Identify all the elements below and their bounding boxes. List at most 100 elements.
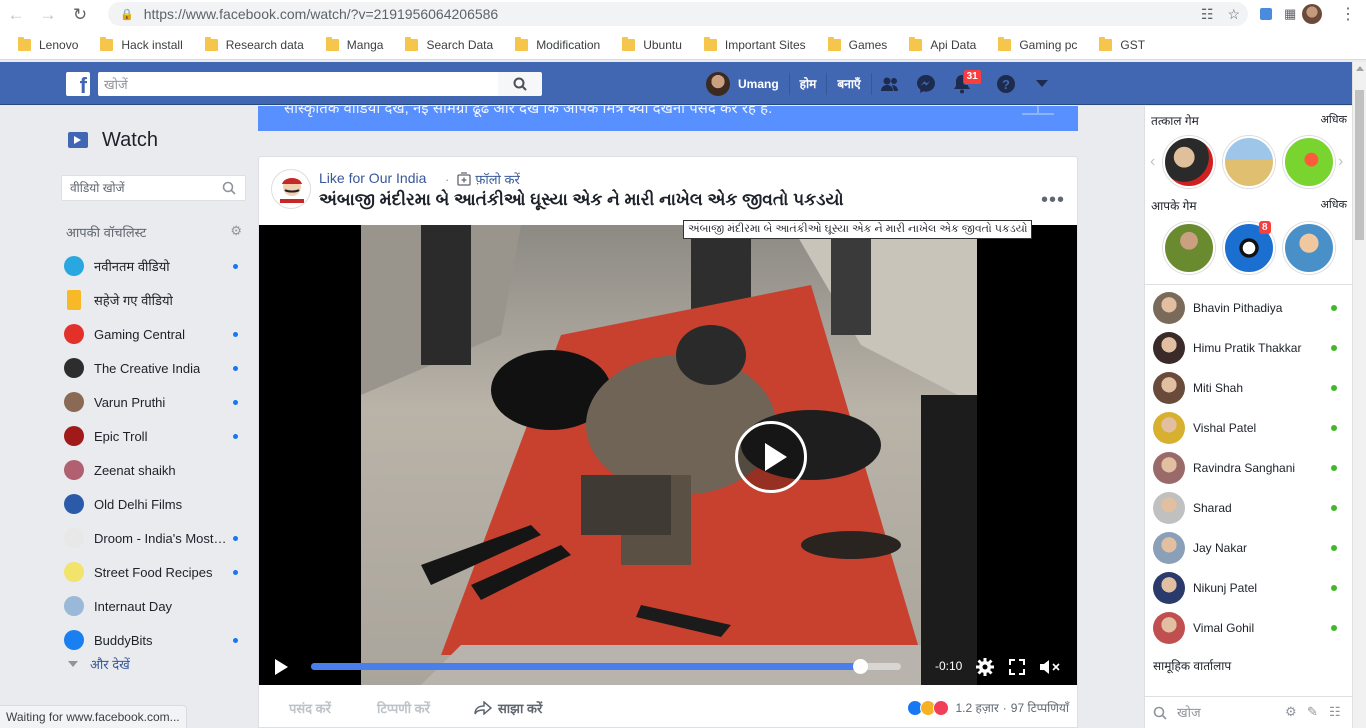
new-group-icon[interactable]: ☷ <box>1329 704 1341 720</box>
mute-icon[interactable] <box>1039 658 1063 676</box>
progress-slider[interactable] <box>311 659 901 674</box>
follow-button[interactable]: · फ़ॉलो करें <box>445 170 520 188</box>
new-message-icon[interactable]: ✎ <box>1307 704 1318 720</box>
profile-link[interactable]: Umang <box>704 71 790 96</box>
bookmark-star-icon[interactable]: ☆ <box>1227 6 1240 23</box>
chat-contact[interactable]: Nikunj Patel <box>1153 568 1343 608</box>
comment-button[interactable]: टिप्पणी करें <box>377 699 430 717</box>
post-title[interactable]: અંબાજી મંદીરમા બે આતંકીઓ ઘૂસ્યા એક ને મા… <box>319 190 844 210</box>
home-link[interactable]: होम <box>790 72 828 95</box>
instant-games-more-link[interactable]: अधिक <box>1321 112 1347 129</box>
chat-contact[interactable]: Sharad <box>1153 488 1343 528</box>
page-scrollbar[interactable] <box>1352 62 1366 728</box>
facebook-logo[interactable]: f <box>66 72 90 96</box>
chat-contact[interactable]: Jay Nakar <box>1153 528 1343 568</box>
chat-contact[interactable]: Bhavin Pithadiya <box>1153 288 1343 328</box>
progress-handle[interactable] <box>852 659 868 674</box>
scroll-up-arrow-icon[interactable] <box>1356 66 1364 71</box>
bookmark-item[interactable]: Ubuntu <box>622 36 682 52</box>
bookmark-item[interactable]: Hack install <box>100 36 183 52</box>
page-avatar[interactable] <box>271 169 311 209</box>
reload-button[interactable]: ↻ <box>64 0 96 30</box>
comments-count[interactable]: 97 टिप्पणियाँ <box>1011 699 1069 716</box>
game-8-ball-pool[interactable]: 8 <box>1223 221 1275 274</box>
chevron-right-icon[interactable]: › <box>1338 153 1343 171</box>
watchlist-item[interactable]: The Creative India <box>64 351 244 385</box>
chat-contact[interactable]: Vimal Gohil <box>1153 608 1343 648</box>
scrollbar-thumb[interactable] <box>1355 90 1364 240</box>
game-fruit[interactable] <box>1283 136 1335 188</box>
translate-icon[interactable]: ☷ <box>1201 6 1214 23</box>
bookmark-item[interactable]: Games <box>827 36 887 52</box>
bookmark-item[interactable]: Search Data <box>405 36 493 52</box>
help-icon[interactable]: ? <box>988 62 1024 105</box>
watch-heading[interactable]: Watch <box>60 106 250 174</box>
watchlist-item[interactable]: Street Food Recipes <box>64 555 244 589</box>
channel-avatar-icon <box>64 528 84 548</box>
post-options-icon[interactable]: ••• <box>1041 189 1065 212</box>
channel-avatar-icon <box>64 324 84 344</box>
watchlist-item[interactable]: सहेजे गए वीडियो <box>64 283 244 317</box>
page-name-link[interactable]: Like for Our India <box>319 170 426 186</box>
your-games-header: आपके गेम अधिक <box>1151 197 1347 214</box>
search-button[interactable] <box>498 72 542 96</box>
chat-contact[interactable]: Miti Shah <box>1153 368 1343 408</box>
game-character[interactable] <box>1283 222 1335 274</box>
chat-contact[interactable]: Ravindra Sanghani <box>1153 448 1343 488</box>
game-ludo-city[interactable] <box>1223 136 1275 188</box>
play-button[interactable] <box>735 421 807 493</box>
watchlist-item[interactable]: BuddyBits <box>64 623 244 657</box>
forward-button[interactable]: → <box>32 0 64 30</box>
settings-gear-icon[interactable]: ⚙ <box>230 223 242 241</box>
bookmark-item[interactable]: Important Sites <box>703 36 806 52</box>
profile-avatar[interactable] <box>1302 2 1322 26</box>
watchlist-item[interactable]: Zeenat shaikh <box>64 453 244 487</box>
watchlist-item[interactable]: नवीनतम वीडियो <box>64 249 244 283</box>
bookmark-item[interactable]: GST <box>1099 36 1145 52</box>
your-games-title: आपके गेम <box>1151 199 1197 213</box>
back-button[interactable]: ← <box>0 0 32 30</box>
chat-contact[interactable]: Vishal Patel <box>1153 408 1343 448</box>
friend-requests-icon[interactable] <box>872 62 908 105</box>
bookmark-item[interactable]: Manga <box>325 36 383 52</box>
bookmark-item[interactable]: Api Data <box>909 36 976 52</box>
video-search-input[interactable] <box>61 175 246 201</box>
bookmark-item[interactable]: Lenovo <box>18 36 78 52</box>
chevron-left-icon[interactable]: ‹ <box>1150 153 1155 171</box>
like-button[interactable]: पसंद करें <box>289 699 331 717</box>
watchlist-item[interactable]: Gaming Central <box>64 317 244 351</box>
settings-gear-icon[interactable] <box>975 657 995 677</box>
extension-icon[interactable] <box>1258 2 1274 26</box>
bookmark-item[interactable]: Research data <box>204 36 304 52</box>
your-games-more-link[interactable]: अधिक <box>1321 197 1347 214</box>
game-cricket[interactable] <box>1163 136 1215 188</box>
watchlist-item[interactable]: Epic Troll <box>64 419 244 453</box>
bookmark-item[interactable]: Gaming pc <box>998 36 1077 52</box>
watchlist-item[interactable]: Varun Pruthi <box>64 385 244 419</box>
chat-settings-gear-icon[interactable]: ⚙ <box>1285 704 1297 720</box>
chat-search-input[interactable] <box>1177 701 1287 724</box>
see-more-link[interactable]: और देखें <box>68 655 130 673</box>
video-player[interactable]: -0:10 <box>259 225 1077 685</box>
messenger-icon[interactable] <box>908 62 944 105</box>
watchlist-item[interactable]: Droom - India's Most Trusted <box>64 521 244 555</box>
search-input[interactable] <box>98 72 498 96</box>
address-bar[interactable]: 🔒 https://www.facebook.com/watch/?v=2191… <box>108 2 1248 26</box>
account-menu-icon[interactable] <box>1024 62 1060 105</box>
browser-menu-icon[interactable]: ⋮ <box>1340 2 1356 26</box>
extension-icon-2[interactable]: ▦ <box>1284 2 1296 26</box>
bookmark-item[interactable]: Modification <box>515 36 600 52</box>
watchlist-item-label: Varun Pruthi <box>94 394 166 410</box>
fullscreen-icon[interactable] <box>1009 659 1025 675</box>
watchlist-item[interactable]: Internaut Day <box>64 589 244 623</box>
search-icon[interactable] <box>222 181 236 195</box>
reactions-summary[interactable]: 1.2 हज़ार · 97 टिप्पणियाँ <box>907 699 1069 716</box>
share-button[interactable]: साझा करें <box>474 699 542 717</box>
create-link[interactable]: बनाएँ <box>827 72 872 95</box>
watchlist-item[interactable]: Old Delhi Films <box>64 487 244 521</box>
notifications-icon[interactable]: 31 <box>944 62 982 105</box>
folder-icon <box>998 36 1012 51</box>
game-ludo-king[interactable] <box>1163 222 1215 274</box>
play-icon[interactable] <box>275 659 288 675</box>
chat-contact[interactable]: Himu Pratik Thakkar <box>1153 328 1343 368</box>
